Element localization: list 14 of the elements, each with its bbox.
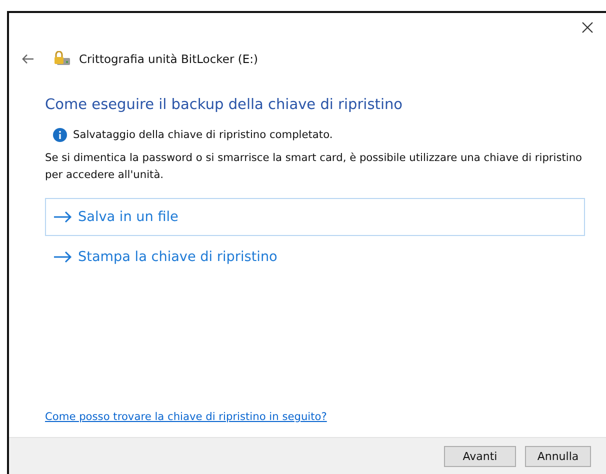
help-link[interactable]: Come posso trovare la chiave di ripristino in seguito?: [45, 411, 593, 423]
close-icon: [582, 22, 592, 32]
back-arrow-icon: [22, 54, 34, 64]
option-link[interactable]: Salva in un file: [45, 198, 585, 236]
window-title: Crittografia unità BitLocker (E:): [79, 52, 258, 66]
drive-lock-icon: [53, 51, 71, 67]
arrow-icon: [54, 251, 72, 263]
info-icon: [53, 128, 67, 142]
next-button[interactable]: Avanti: [444, 446, 516, 466]
arrow-icon: [54, 211, 72, 223]
info-message: Salvataggio della chiave di ripristino completato.: [73, 129, 333, 141]
page-heading: Come eseguire il backup della chiave di ripristino: [45, 97, 404, 113]
description-text: Se si dimentica la password o si smarrisce la smart card, è possibile utilizzare una chiave di ripristino per accedere all'unità.: [45, 151, 584, 183]
cancel-button[interactable]: Annulla: [525, 446, 591, 466]
